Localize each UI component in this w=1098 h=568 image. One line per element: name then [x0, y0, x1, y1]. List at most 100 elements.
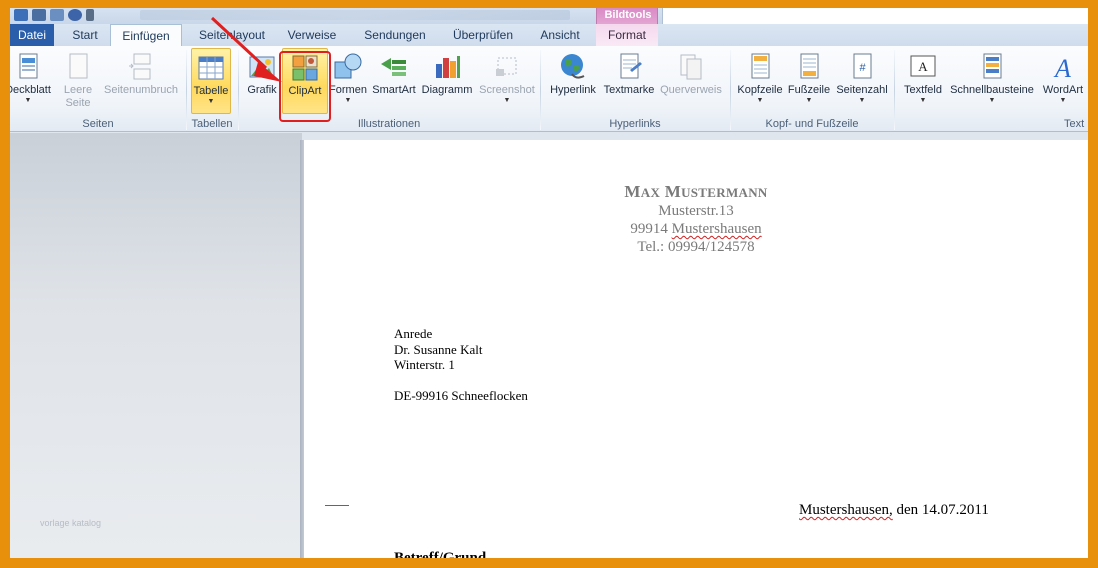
- fusszeile-button[interactable]: Fußzeile ▼: [786, 48, 832, 114]
- wordart-button[interactable]: A WordArt ▼: [1038, 48, 1088, 114]
- ribbon-tab-row: Datei Start Einfügen Seitenlayout Verwei…: [10, 24, 1088, 46]
- screenshot-button[interactable]: Screenshot ▼: [476, 48, 538, 114]
- blank-page-icon: [69, 53, 88, 79]
- group-label-text: Text: [1064, 118, 1085, 130]
- watermark-text: vorlage katalog: [40, 518, 102, 528]
- tab-ansicht[interactable]: Ansicht: [530, 24, 590, 46]
- hyperlink-label: Hyperlink: [550, 84, 596, 96]
- leere-seite-button[interactable]: Leere Seite: [58, 48, 98, 114]
- chevron-down-icon: ▼: [24, 97, 32, 104]
- seitenzahl-button[interactable]: # Seitenzahl ▼: [832, 48, 892, 114]
- formen-button[interactable]: Formen ▼: [328, 48, 368, 114]
- pointer-arrow-icon: [210, 16, 282, 82]
- contextual-title: Bildtools: [604, 9, 652, 21]
- seitenzahl-label: Seitenzahl: [836, 84, 888, 96]
- save-icon[interactable]: [32, 9, 46, 21]
- chevron-down-icon: ▼: [919, 97, 927, 104]
- footer-icon: [800, 53, 819, 79]
- header-icon: [751, 53, 770, 79]
- tab-ueberpruefen[interactable]: Überprüfen: [444, 24, 522, 46]
- date-line: Mustershausen, den 14.07.2011: [799, 502, 989, 518]
- formen-label: Formen: [329, 84, 367, 96]
- textfeld-label: Textfeld: [904, 84, 942, 96]
- schnellbausteine-label: Schnellbausteine: [950, 84, 1034, 96]
- textfeld-button[interactable]: A Textfeld ▼: [900, 48, 946, 114]
- chevron-down-icon: ▼: [344, 97, 352, 104]
- chevron-down-icon: ▼: [1059, 97, 1067, 104]
- globe-link-icon: [561, 54, 585, 79]
- bookmark-icon: [620, 53, 642, 79]
- cover-page-icon: [19, 53, 38, 79]
- word-icon[interactable]: [14, 9, 28, 21]
- seitenumbruch-button[interactable]: Seitenumbruch: [100, 48, 182, 114]
- sender-phone: Tel.: 09994/124578: [637, 239, 755, 255]
- svg-text:A: A: [1053, 54, 1071, 82]
- schnellbausteine-button[interactable]: Schnellbausteine ▼: [946, 48, 1038, 114]
- page-break-icon: [129, 53, 151, 80]
- svg-text:#: #: [859, 62, 866, 74]
- kopfzeile-label: Kopfzeile: [737, 84, 783, 96]
- hyperlink-button[interactable]: Hyperlink: [546, 48, 600, 114]
- chevron-down-icon: ▼: [858, 97, 866, 104]
- chevron-down-icon: ▼: [988, 97, 996, 104]
- deckblatt-label: Deckblatt: [10, 84, 51, 96]
- leere-seite-label-1: Leere: [63, 84, 93, 96]
- textmarke-button[interactable]: Textmarke: [600, 48, 658, 114]
- undo-icon[interactable]: [50, 9, 64, 21]
- textmarke-label: Textmarke: [603, 84, 655, 96]
- seitenumbruch-label: Seitenumbruch: [104, 84, 178, 96]
- leere-seite-label-2: Seite: [65, 97, 91, 109]
- tab-verweise[interactable]: Verweise: [280, 24, 344, 46]
- sender-city: 99914 Mustershausen: [630, 221, 762, 237]
- svg-text:A: A: [918, 59, 928, 74]
- shapes-icon: [334, 53, 362, 79]
- screenshot-icon: [496, 57, 517, 76]
- tab-sendungen[interactable]: Sendungen: [356, 24, 434, 46]
- fold-mark: [325, 505, 349, 506]
- smartart-button[interactable]: SmartArt: [370, 48, 418, 114]
- tab-format[interactable]: Format: [596, 24, 658, 46]
- screenshot-label: Screenshot: [479, 84, 535, 96]
- tab-start[interactable]: Start: [62, 24, 108, 46]
- recipient-name: Dr. Susanne Kalt: [394, 342, 483, 357]
- recipient-city: DE-99916 Schneeflocken: [394, 388, 528, 403]
- querverweis-label: Querverweis: [660, 84, 722, 96]
- subject-line: Betreff/Grund: [394, 550, 487, 558]
- ribbon: Deckblatt ▼ Leere Seite Seitenumbruch Se…: [10, 46, 1088, 132]
- diagramm-label: Diagramm: [421, 84, 473, 96]
- chevron-down-icon: ▼: [756, 97, 764, 104]
- group-label-seiten: Seiten: [82, 118, 114, 130]
- group-label-kopf-fusszeile: Kopf- und Fußzeile: [765, 118, 859, 130]
- wordart-icon: A: [1053, 54, 1071, 82]
- window-title-blurred: [140, 10, 570, 20]
- customize-qat-icon[interactable]: [86, 9, 94, 21]
- kopfzeile-button[interactable]: Kopfzeile ▼: [734, 48, 786, 114]
- redo-icon[interactable]: [68, 9, 82, 21]
- fusszeile-label: Fußzeile: [787, 84, 831, 96]
- sender-name: MAX MUSTERMANN: [624, 182, 768, 201]
- page-number-icon: #: [853, 53, 872, 79]
- tab-einfuegen[interactable]: Einfügen: [110, 24, 182, 46]
- textbox-icon: A: [910, 55, 936, 77]
- chevron-down-icon: ▼: [207, 98, 215, 105]
- quick-parts-icon: [983, 53, 1002, 79]
- group-label-hyperlinks: Hyperlinks: [609, 118, 661, 130]
- smartart-icon: [381, 58, 406, 76]
- group-label-tabellen: Tabellen: [191, 118, 233, 130]
- tab-datei[interactable]: Datei: [10, 24, 54, 46]
- quick-access-toolbar: [10, 8, 94, 22]
- chart-icon: [436, 56, 460, 78]
- smartart-label: SmartArt: [372, 84, 416, 96]
- diagramm-button[interactable]: Diagramm: [420, 48, 474, 114]
- deckblatt-button[interactable]: Deckblatt ▼: [10, 48, 54, 114]
- document-page[interactable]: MAX MUSTERMANN Musterstr.13 99914 Muster…: [304, 140, 1088, 558]
- querverweis-button[interactable]: Querverweis: [658, 48, 724, 114]
- recipient-street: Winterstr. 1: [394, 357, 455, 372]
- left-gray-pane: [10, 133, 302, 558]
- group-separator: [894, 50, 895, 130]
- sender-street: Musterstr.13: [658, 203, 734, 219]
- chevron-down-icon: ▼: [503, 97, 511, 104]
- chevron-down-icon: ▼: [805, 97, 813, 104]
- word-window: Bildtools Datei Start Einfügen Seitenlay…: [10, 8, 1088, 558]
- cross-reference-icon: [680, 54, 702, 80]
